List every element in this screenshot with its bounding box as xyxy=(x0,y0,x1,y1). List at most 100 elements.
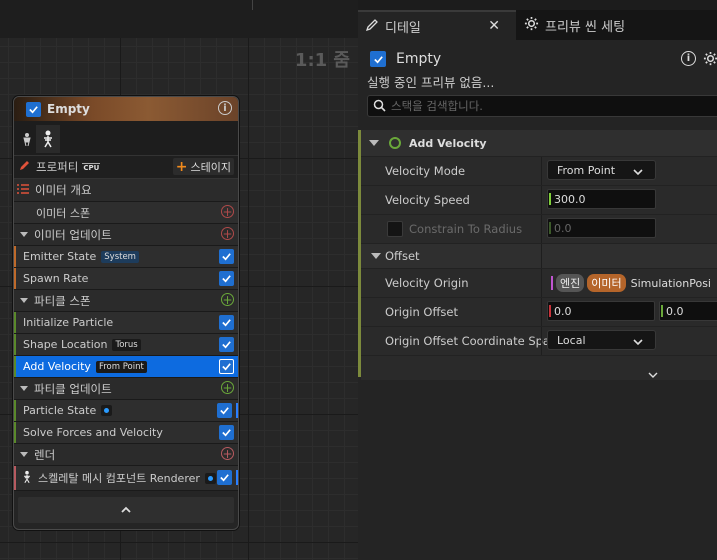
gear-icon[interactable] xyxy=(703,51,717,70)
module-label: Spawn Rate xyxy=(23,272,89,285)
chevron-down-icon xyxy=(648,364,658,383)
status-mark xyxy=(236,470,238,485)
skeleton-icon[interactable] xyxy=(36,125,60,153)
collapse-arrow-icon[interactable] xyxy=(369,140,379,146)
module-tag: Torus xyxy=(112,338,141,351)
cpu-icon: CPU xyxy=(82,162,101,172)
module-color-bar xyxy=(14,312,16,333)
field-value: 0.0 xyxy=(666,304,684,318)
property-label: Velocity Mode xyxy=(385,164,466,178)
module-label: Particle State xyxy=(23,404,97,417)
dot-badge-icon xyxy=(204,472,216,484)
collapse-arrow-icon[interactable] xyxy=(20,298,28,303)
node-thumbnails xyxy=(14,121,238,156)
module-enable-checkbox[interactable] xyxy=(219,271,234,286)
module-status-icon xyxy=(389,137,401,149)
node-header[interactable]: Empty i xyxy=(14,97,238,121)
module-enable-checkbox[interactable] xyxy=(219,425,234,440)
module-enable-checkbox[interactable] xyxy=(219,315,234,330)
velocity-speed-field[interactable]: 300.0 xyxy=(547,189,656,209)
person-icon[interactable] xyxy=(22,131,32,150)
y-axis-bar xyxy=(661,305,663,317)
collapse-arrow-icon[interactable] xyxy=(20,452,28,457)
coordinate-space-dropdown[interactable]: Local xyxy=(547,330,656,350)
field-value: 0.0 xyxy=(554,221,572,235)
stage-label: 스테이지 xyxy=(190,160,231,174)
constrain-radius-field[interactable]: 0.0 xyxy=(547,218,656,238)
panel-tabs: 디테일 ✕ 프리뷰 씬 세팅 xyxy=(358,10,717,40)
add-module-icon[interactable]: + xyxy=(221,447,234,460)
section-header[interactable]: Add Velocity xyxy=(361,130,717,157)
section-particle-update[interactable]: 파티클 업데이트 + xyxy=(14,378,238,400)
velocity-origin-value[interactable]: 엔진 이미터 SimulationPosi xyxy=(551,274,711,292)
section-emitter-spawn[interactable]: 이미터 스폰 + xyxy=(14,202,238,224)
properties-label[interactable]: 프로퍼티 xyxy=(36,159,78,175)
module-enable-checkbox[interactable] xyxy=(217,403,232,418)
module-enable-checkbox[interactable] xyxy=(219,359,234,374)
tab-details[interactable]: 디테일 ✕ xyxy=(358,10,516,40)
collapse-node-button[interactable] xyxy=(18,497,234,523)
node-toolbar: 프로퍼티 CPU + 스테이지 xyxy=(14,156,238,179)
section-label: 이미터 스폰 xyxy=(36,206,91,220)
emitter-overview-row[interactable]: 이미터 개요 xyxy=(14,179,238,202)
row-coordinate-space: Origin Offset Coordinate Spac Local xyxy=(361,327,717,356)
add-module-icon[interactable]: + xyxy=(221,227,234,240)
list-icon xyxy=(17,183,29,197)
module-emitter-state[interactable]: Emitter State System xyxy=(14,246,238,268)
object-enable-checkbox[interactable] xyxy=(370,51,386,67)
module-add-velocity[interactable]: Add Velocity From Point xyxy=(14,356,238,378)
module-shape-location[interactable]: Shape Location Torus xyxy=(14,334,238,356)
show-advanced-button[interactable] xyxy=(361,356,717,380)
module-enable-checkbox[interactable] xyxy=(219,337,234,352)
module-spawn-rate[interactable]: Spawn Rate xyxy=(14,268,238,290)
dropdown-value: Local xyxy=(557,333,586,347)
velocity-mode-dropdown[interactable]: From Point xyxy=(547,160,656,180)
section-render[interactable]: 렌더 + xyxy=(14,444,238,466)
category-label: Offset xyxy=(385,249,420,263)
origin-offset-x-field[interactable]: 0.0 xyxy=(547,301,655,321)
row-constrain-to-radius: Constrain To Radius 0.0 xyxy=(361,215,717,244)
module-initialize-particle[interactable]: Initialize Particle xyxy=(14,312,238,334)
module-solve-forces[interactable]: Solve Forces and Velocity xyxy=(14,422,238,444)
section-label: 파티클 스폰 xyxy=(34,293,91,308)
info-icon[interactable]: i xyxy=(681,51,696,66)
pencil-icon[interactable] xyxy=(19,160,30,174)
add-module-icon[interactable]: + xyxy=(221,381,234,394)
namespace-pill-emitter: 이미터 xyxy=(587,274,626,292)
x-axis-bar xyxy=(549,305,551,317)
gear-icon xyxy=(524,16,539,35)
pencil-icon xyxy=(365,18,379,35)
property-label: Velocity Speed xyxy=(385,193,470,207)
module-tag: From Point xyxy=(95,360,147,373)
field-value: 0.0 xyxy=(554,304,572,318)
module-color-bar xyxy=(14,466,16,490)
collapse-arrow-icon[interactable] xyxy=(20,386,28,391)
collapse-arrow-icon[interactable] xyxy=(371,253,381,259)
section-particle-spawn[interactable]: 파티클 스폰 + xyxy=(14,290,238,312)
emitter-enable-checkbox[interactable] xyxy=(26,101,41,117)
details-panel: 디테일 ✕ 프리뷰 씬 세팅 Empty i 실행 중인 프리뷰 없음... 스… xyxy=(358,10,717,560)
row-velocity-mode: Velocity Mode From Point xyxy=(361,157,717,186)
module-tag: System xyxy=(101,250,139,263)
emitter-node[interactable]: Empty i 프로퍼티 CPU + 스테이지 이미터 개요 이미터 스폰 + 이… xyxy=(13,96,239,530)
property-label: Velocity Origin xyxy=(385,276,469,290)
module-skeletal-renderer[interactable]: 스켈레탈 메시 컴포넌트 Renderer xyxy=(14,466,238,491)
module-label: Initialize Particle xyxy=(23,316,114,329)
tab-preview-scene-settings[interactable]: 프리뷰 씬 세팅 xyxy=(516,10,633,40)
row-offset-category[interactable]: Offset xyxy=(361,244,717,269)
module-enable-checkbox[interactable] xyxy=(219,249,234,264)
module-particle-state[interactable]: Particle State xyxy=(14,400,238,422)
origin-offset-y-field[interactable]: 0.0 xyxy=(659,301,717,321)
info-icon[interactable]: i xyxy=(218,101,232,115)
graph-canvas[interactable]: 1:1 줌 Empty i 프로퍼티 CPU + 스테이지 이미터 개요 이미터 … xyxy=(0,0,358,560)
details-content: Empty i 실행 중인 프리뷰 없음... 스택을 검색합니다. Add V… xyxy=(358,40,717,560)
add-module-icon[interactable]: + xyxy=(221,205,234,218)
collapse-arrow-icon[interactable] xyxy=(20,232,28,237)
add-stage-button[interactable]: + 스테이지 xyxy=(172,158,234,175)
stack-search-input[interactable]: 스택을 검색합니다. xyxy=(367,95,717,117)
module-enable-checkbox[interactable] xyxy=(217,470,232,485)
constrain-checkbox[interactable] xyxy=(387,221,403,237)
section-emitter-update[interactable]: 이미터 업데이트 + xyxy=(14,224,238,246)
close-icon[interactable]: ✕ xyxy=(488,18,500,34)
add-module-icon[interactable]: + xyxy=(221,293,234,306)
